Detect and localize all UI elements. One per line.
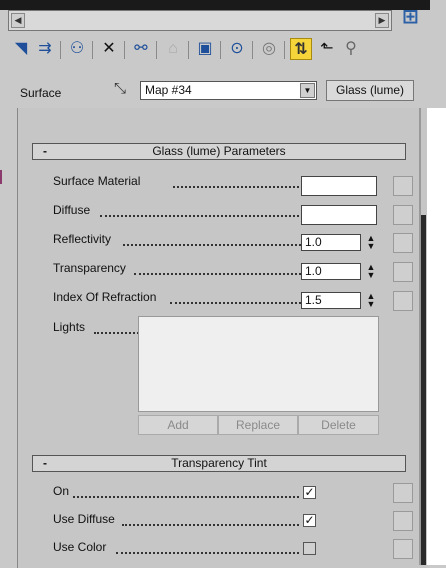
add-button[interactable]: Add [138, 415, 218, 435]
transparency-map-button[interactable] [393, 262, 413, 282]
lights-label: Lights [53, 320, 86, 334]
glass-params-rollout-header[interactable]: - Glass (lume) Parameters [32, 143, 406, 160]
tint-color-button[interactable] [393, 539, 413, 559]
toolbar-separator [156, 41, 157, 59]
dot-leader [123, 232, 301, 246]
transparency-label: Transparency [53, 261, 126, 275]
dot-leader [170, 290, 301, 304]
dot-leader [100, 203, 311, 217]
collapse-icon[interactable]: - [43, 144, 47, 159]
material-navigator-icon[interactable]: ⚲ [340, 38, 362, 60]
vertical-scrollbar[interactable] [421, 215, 426, 565]
surface-material-label: Surface Material [53, 174, 141, 188]
show-map-icon[interactable]: ⊙ [226, 38, 248, 60]
delete-button[interactable]: Delete [298, 415, 379, 435]
show-end-result-icon[interactable]: ◎ [258, 38, 280, 60]
toolbar-separator [284, 41, 285, 59]
edge-marker [0, 170, 2, 184]
map-name-dropdown[interactable]: Map #34 ▼ [140, 81, 317, 100]
rollout-title: Transparency Tint [171, 456, 267, 470]
material-effects-channel-icon[interactable]: ▣ [194, 38, 216, 60]
diffuse-map-button[interactable] [393, 205, 413, 225]
make-unique-icon[interactable]: ⚯ [130, 38, 152, 60]
toolbar-separator [124, 41, 125, 59]
put-to-library-icon[interactable]: ⌂ [162, 38, 184, 60]
tint-diffuse-button[interactable] [393, 511, 413, 531]
ior-label: Index Of Refraction [53, 290, 157, 304]
reflectivity-label: Reflectivity [53, 232, 112, 246]
transparency-tint-rollout-header[interactable]: - Transparency Tint [32, 455, 406, 472]
spinner-arrows-icon[interactable]: ▲ ▼ [365, 292, 377, 309]
reflectivity-spinner[interactable]: 1.0 ▲ ▼ [301, 234, 377, 251]
ior-spinner[interactable]: 1.5 ▲ ▼ [301, 292, 377, 309]
ior-value[interactable]: 1.5 [301, 292, 361, 309]
dot-leader [116, 540, 299, 554]
toolbar-separator [92, 41, 93, 59]
scroll-track [427, 108, 446, 565]
transparency-spinner[interactable]: 1.0 ▲ ▼ [301, 263, 377, 280]
on-label: On [53, 484, 70, 498]
collapse-icon[interactable]: - [43, 456, 47, 471]
sample-slots-icon[interactable]: ⊞ [402, 4, 436, 30]
assign-material-icon[interactable]: ⚇ [66, 38, 88, 60]
horizontal-scrollbar[interactable]: ◀ ▶ [8, 10, 392, 31]
spinner-arrows-icon[interactable]: ▲ ▼ [365, 234, 377, 251]
reflectivity-map-button[interactable] [393, 233, 413, 253]
rollout-title: Glass (lume) Parameters [152, 144, 286, 158]
parameters-panel: - Glass (lume) Parameters Surface Materi… [17, 108, 428, 568]
transparency-value[interactable]: 1.0 [301, 263, 361, 280]
get-material-icon[interactable]: ◥ [10, 38, 32, 60]
chevron-down-icon[interactable]: ▼ [300, 83, 315, 98]
diffuse-swatch[interactable] [301, 205, 377, 225]
lights-list[interactable] [138, 316, 379, 412]
surface-label: Surface [20, 86, 62, 100]
surface-material-swatch[interactable] [301, 176, 377, 196]
use-color-checkbox[interactable] [303, 542, 316, 555]
surface-material-map-button[interactable] [393, 176, 413, 196]
material-editor-toolbar: ◥ ⇉ ⚇ ✕ ⚯ ⌂ ▣ ⊙ ◎ ⇅ ⬑ ⚲ [10, 38, 438, 64]
use-diffuse-checkbox[interactable]: ✓ [303, 514, 316, 527]
put-to-scene-icon[interactable]: ⇉ [34, 38, 56, 60]
reflectivity-value[interactable]: 1.0 [301, 234, 361, 251]
ior-map-button[interactable] [393, 291, 413, 311]
on-checkbox[interactable]: ✓ [303, 486, 316, 499]
pick-from-object-icon[interactable]: ⤡ [114, 80, 126, 97]
top-strip [0, 0, 430, 10]
use-color-label: Use Color [53, 540, 107, 554]
go-to-parent-icon[interactable]: ⇅ [290, 38, 312, 60]
toolbar-separator [252, 41, 253, 59]
scroll-right-icon[interactable]: ▶ [375, 13, 389, 28]
toolbar-separator [60, 41, 61, 59]
diffuse-label: Diffuse [53, 203, 91, 217]
go-forward-icon[interactable]: ⬑ [316, 38, 338, 60]
dot-leader [134, 261, 301, 275]
dot-leader [122, 512, 299, 526]
toolbar-separator [220, 41, 221, 59]
dot-leader [73, 484, 299, 498]
material-type-button[interactable]: Glass (lume) [326, 80, 414, 101]
map-name-value[interactable]: Map #34 [145, 83, 192, 97]
spinner-arrows-icon[interactable]: ▲ ▼ [365, 263, 377, 280]
toolbar-separator [188, 41, 189, 59]
dot-leader [173, 174, 311, 188]
tint-on-button[interactable] [393, 483, 413, 503]
replace-button[interactable]: Replace [218, 415, 298, 435]
scroll-left-icon[interactable]: ◀ [11, 13, 25, 28]
use-diffuse-label: Use Diffuse [53, 512, 115, 526]
reset-icon[interactable]: ✕ [98, 38, 120, 60]
